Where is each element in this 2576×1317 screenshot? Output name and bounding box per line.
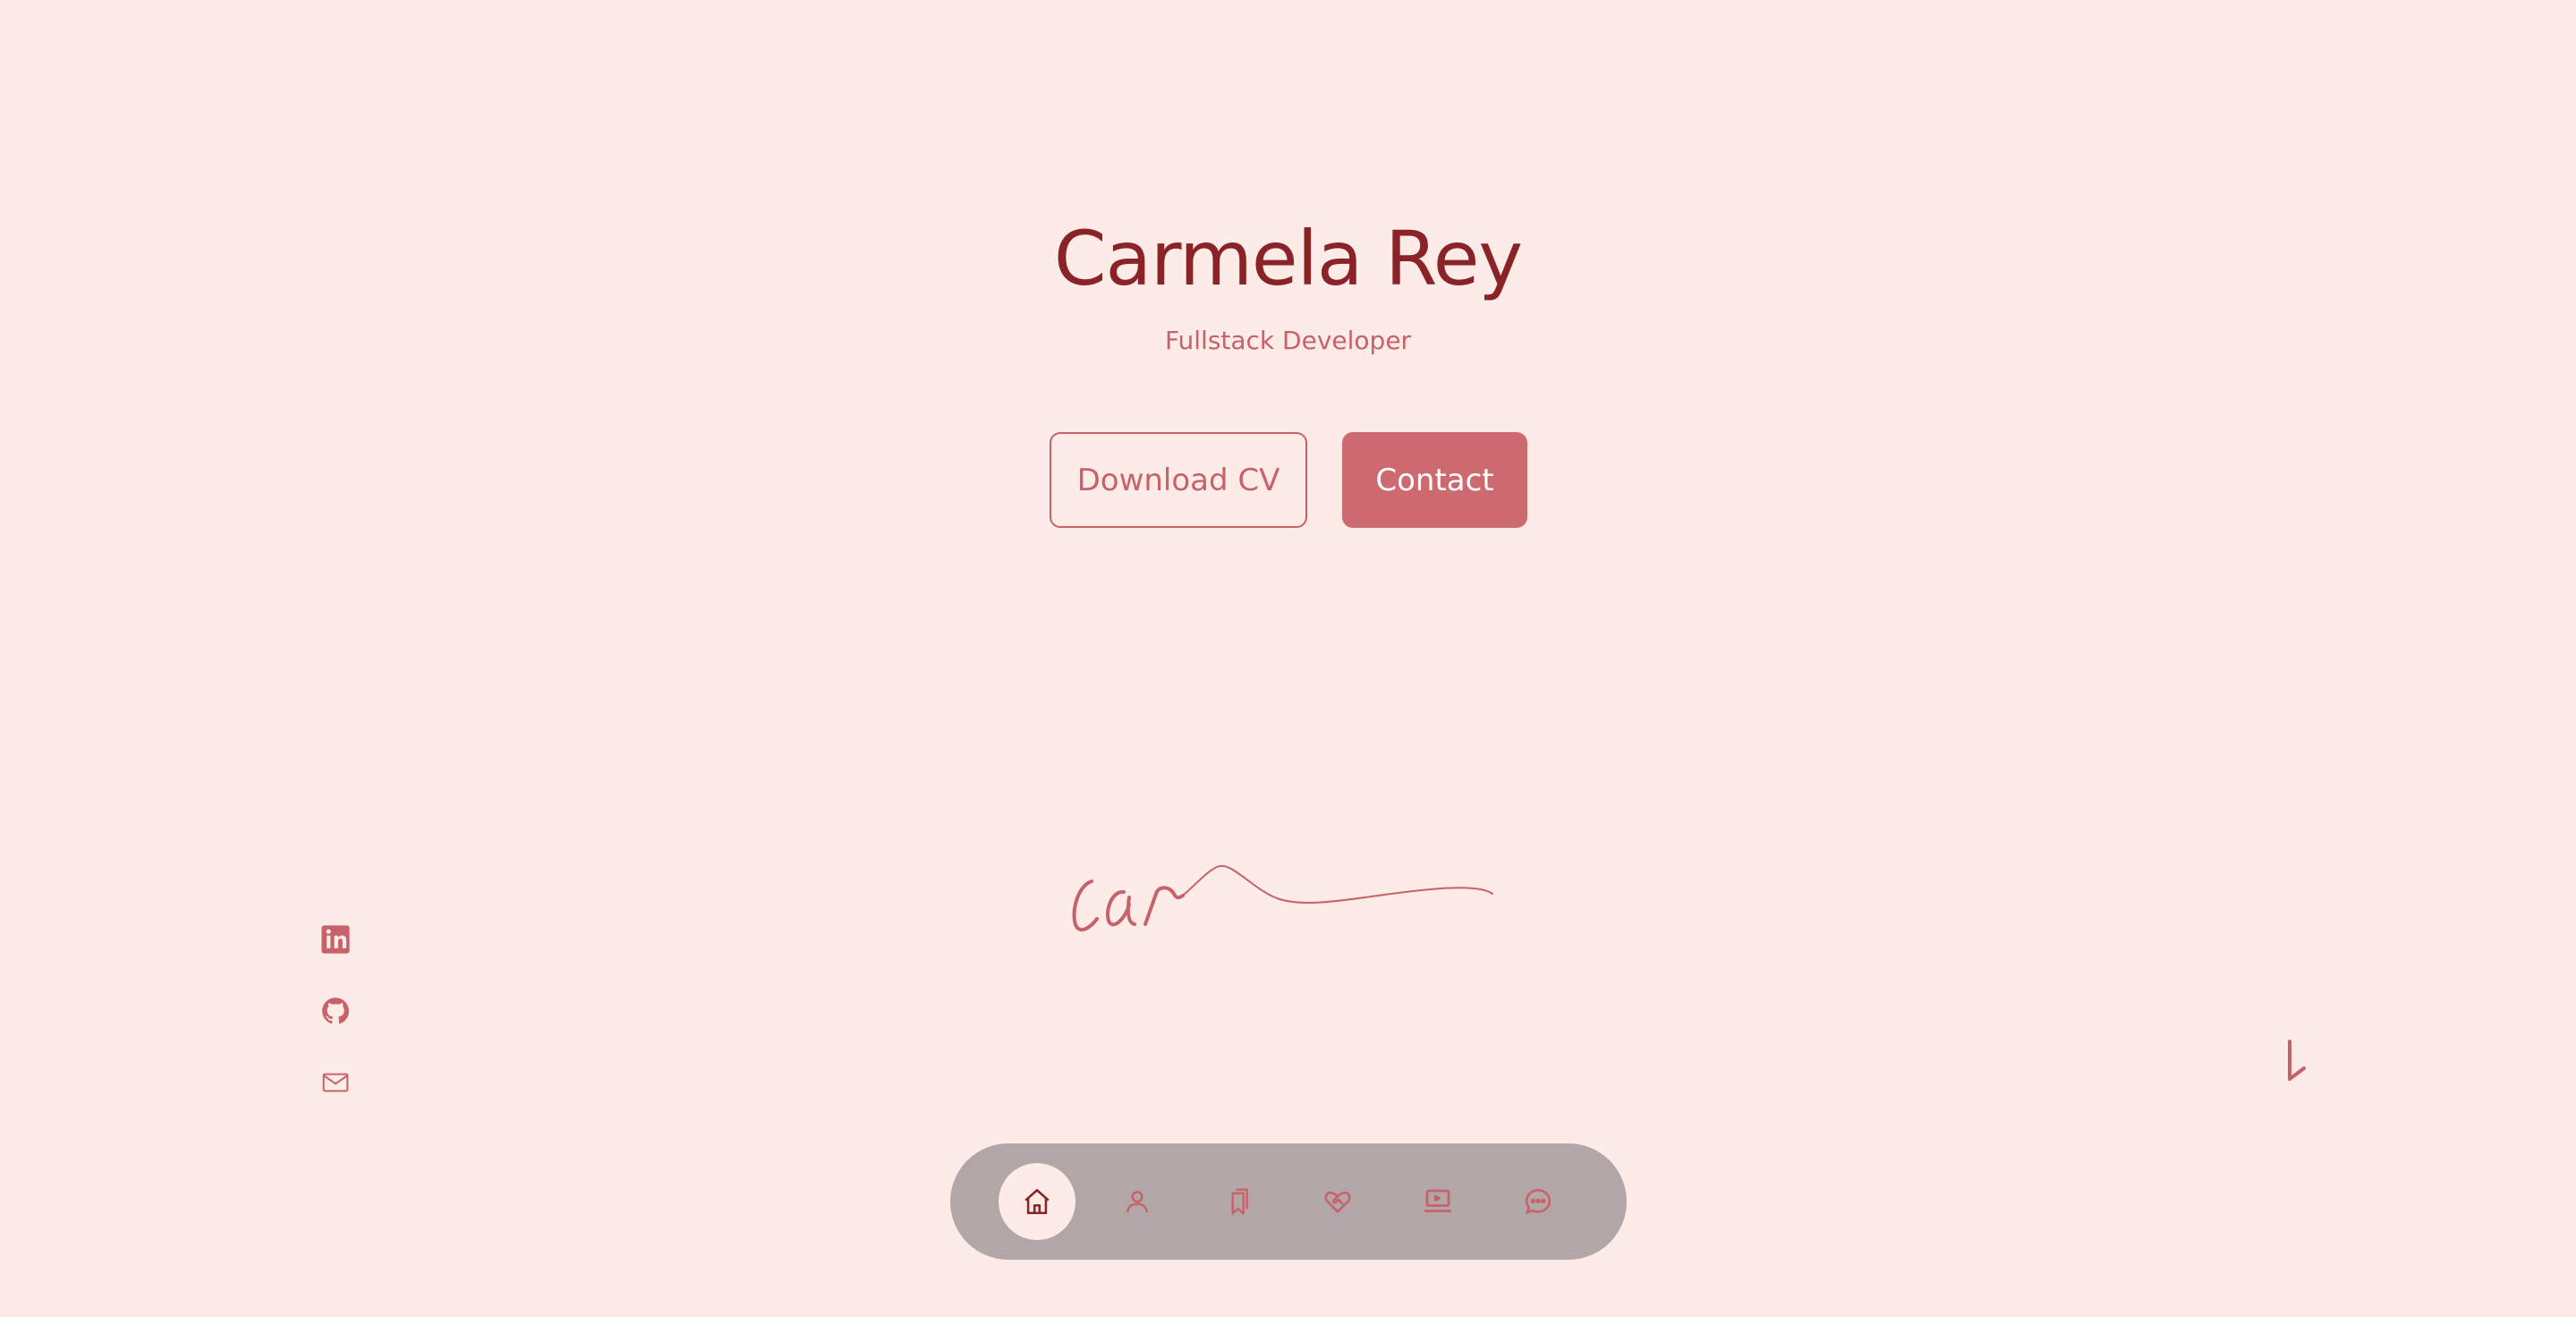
signature-image [1072, 864, 1493, 932]
home-icon [1024, 1188, 1050, 1215]
nav-experience[interactable] [1199, 1163, 1276, 1240]
contact-button[interactable]: Contact [1342, 432, 1527, 528]
download-cv-button[interactable]: Download CV [1050, 432, 1307, 528]
email-link[interactable] [318, 1065, 353, 1100]
bookmarks-icon [1231, 1188, 1248, 1215]
nav-home[interactable] [999, 1163, 1075, 1240]
linkedin-icon [321, 925, 350, 954]
nav-contact[interactable] [1500, 1163, 1577, 1240]
hero-name: Carmela Rey [1053, 215, 1523, 302]
user-icon [1126, 1191, 1148, 1213]
nav-about[interactable] [1099, 1163, 1176, 1240]
linkedin-link[interactable] [318, 922, 353, 957]
chat-bubble-icon [1525, 1188, 1552, 1215]
mail-icon [322, 1073, 349, 1092]
hero-page: Carmela Rey Fullstack Developer Download… [0, 0, 2576, 1317]
nav-portfolio[interactable] [1399, 1163, 1476, 1240]
laptop-icon [1424, 1189, 1451, 1212]
hero-role: Fullstack Developer [1164, 326, 1412, 355]
bottom-nav-dock [950, 1143, 1627, 1260]
nav-services[interactable] [1299, 1163, 1376, 1240]
scroll-down-indicator[interactable] [2286, 1038, 2308, 1083]
heart-handshake-icon [1324, 1191, 1351, 1213]
github-link[interactable] [318, 993, 353, 1029]
github-icon [322, 998, 350, 1024]
